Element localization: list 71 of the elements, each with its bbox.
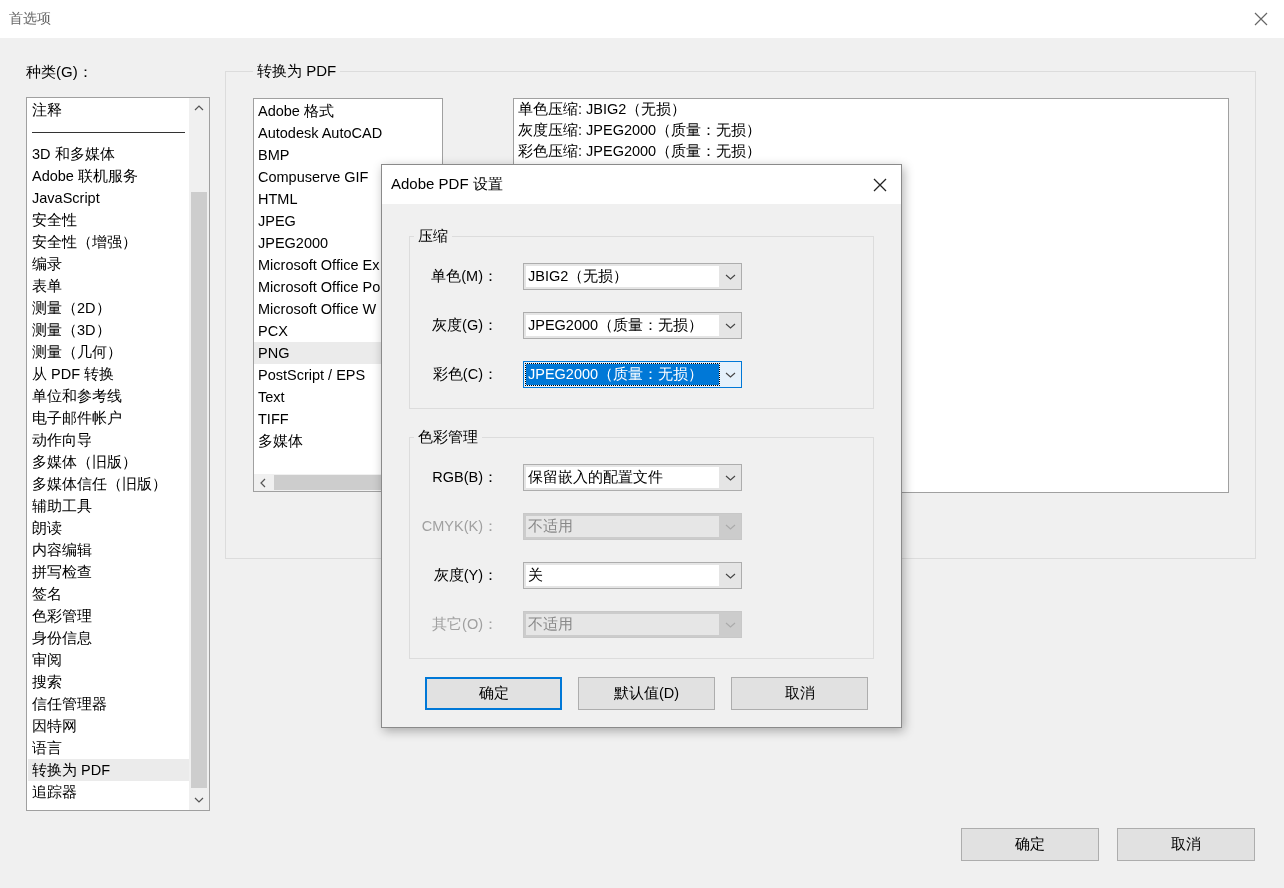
- category-item[interactable]: 审阅: [28, 649, 189, 671]
- close-icon[interactable]: [873, 177, 887, 192]
- category-item[interactable]: 色彩管理: [28, 605, 189, 627]
- chevron-up-icon[interactable]: [194, 105, 204, 111]
- category-item[interactable]: 转换为 PDF: [28, 759, 189, 781]
- dialog-button[interactable]: 默认值(D): [578, 677, 715, 710]
- category-item[interactable]: 多媒体（旧版）: [28, 451, 189, 473]
- dropdown[interactable]: 关: [523, 562, 742, 589]
- category-item[interactable]: Adobe 联机服务: [28, 165, 189, 187]
- category-item[interactable]: 身份信息: [28, 627, 189, 649]
- category-item[interactable]: 安全性（增强）: [28, 231, 189, 253]
- category-item[interactable]: 朗读: [28, 517, 189, 539]
- field-label: CMYK(K)：: [420, 517, 498, 536]
- group-title: 压缩: [417, 226, 449, 246]
- dialog-button[interactable]: 取消: [731, 677, 868, 710]
- window-title: 首选项: [9, 10, 51, 28]
- group-title: 转换为 PDF: [256, 61, 338, 81]
- dialog-button[interactable]: 确定: [425, 677, 562, 710]
- field-label: 彩色(C)：: [431, 365, 498, 384]
- category-item[interactable]: 3D 和多媒体: [28, 143, 189, 165]
- format-item[interactable]: BMP: [254, 144, 442, 166]
- category-item[interactable]: 拼写检查: [28, 561, 189, 583]
- format-item[interactable]: Autodesk AutoCAD: [254, 122, 442, 144]
- category-item[interactable]: 语言: [28, 737, 189, 759]
- category-item[interactable]: 测量（3D）: [28, 319, 189, 341]
- category-item[interactable]: 电子邮件帐户: [28, 407, 189, 429]
- category-item[interactable]: 单位和参考线: [28, 385, 189, 407]
- dropdown[interactable]: JPEG2000（质量：无损）: [523, 361, 742, 388]
- field-label: 其它(O)：: [431, 615, 498, 634]
- category-item[interactable]: 内容编辑: [28, 539, 189, 561]
- chevron-down-icon[interactable]: [194, 797, 204, 803]
- chevron-down-icon[interactable]: [724, 371, 736, 378]
- field-label: 灰度(G)：: [431, 316, 498, 335]
- scrollbar[interactable]: [189, 98, 209, 810]
- category-item[interactable]: 测量（几何）: [28, 341, 189, 363]
- category-item[interactable]: 因特网: [28, 715, 189, 737]
- chevron-down-icon[interactable]: [724, 273, 736, 280]
- category-item[interactable]: 注释: [28, 99, 189, 121]
- category-item[interactable]: 辅助工具: [28, 495, 189, 517]
- category-item[interactable]: 多媒体信任（旧版）: [28, 473, 189, 495]
- settings-line: 灰度压缩: JPEG2000（质量：无损）: [518, 121, 763, 140]
- category-item[interactable]: JavaScript: [28, 187, 189, 209]
- dropdown[interactable]: JPEG2000（质量：无损）: [523, 312, 742, 339]
- category-item[interactable]: 表单: [28, 275, 189, 297]
- category-item[interactable]: 测量（2D）: [28, 297, 189, 319]
- chevron-down-icon[interactable]: [724, 322, 736, 329]
- dropdown[interactable]: JBIG2（无损）: [523, 263, 742, 290]
- chevron-left-icon[interactable]: [260, 477, 266, 488]
- field-label: 灰度(Y)：: [432, 566, 498, 585]
- category-item[interactable]: 从 PDF 转换: [28, 363, 189, 385]
- field-label: 单色(M)：: [430, 267, 498, 286]
- dialog-title: Adobe PDF 设置: [391, 175, 503, 194]
- dialog-button[interactable]: 确定: [961, 828, 1099, 861]
- category-item[interactable]: 信任管理器: [28, 693, 189, 715]
- chevron-down-icon[interactable]: [724, 572, 736, 579]
- dialog-button[interactable]: 取消: [1117, 828, 1255, 861]
- category-item[interactable]: 动作向导: [28, 429, 189, 451]
- group-title: 色彩管理: [417, 427, 479, 447]
- category-item[interactable]: 搜索: [28, 671, 189, 693]
- scrollbar-thumb[interactable]: [191, 192, 207, 788]
- category-item[interactable]: 签名: [28, 583, 189, 605]
- field-label: RGB(B)：: [431, 468, 498, 487]
- settings-line: 单色压缩: JBIG2（无损）: [518, 100, 688, 119]
- format-item[interactable]: Adobe 格式: [254, 100, 442, 122]
- dropdown[interactable]: 保留嵌入的配置文件: [523, 464, 742, 491]
- category-item[interactable]: 追踪器: [28, 781, 189, 803]
- chevron-down-icon[interactable]: [724, 474, 736, 481]
- category-item[interactable]: 编录: [28, 253, 189, 275]
- category-label: 种类(G)：: [26, 62, 94, 82]
- settings-line: 彩色压缩: JPEG2000（质量：无损）: [518, 142, 763, 161]
- category-item[interactable]: 安全性: [28, 209, 189, 231]
